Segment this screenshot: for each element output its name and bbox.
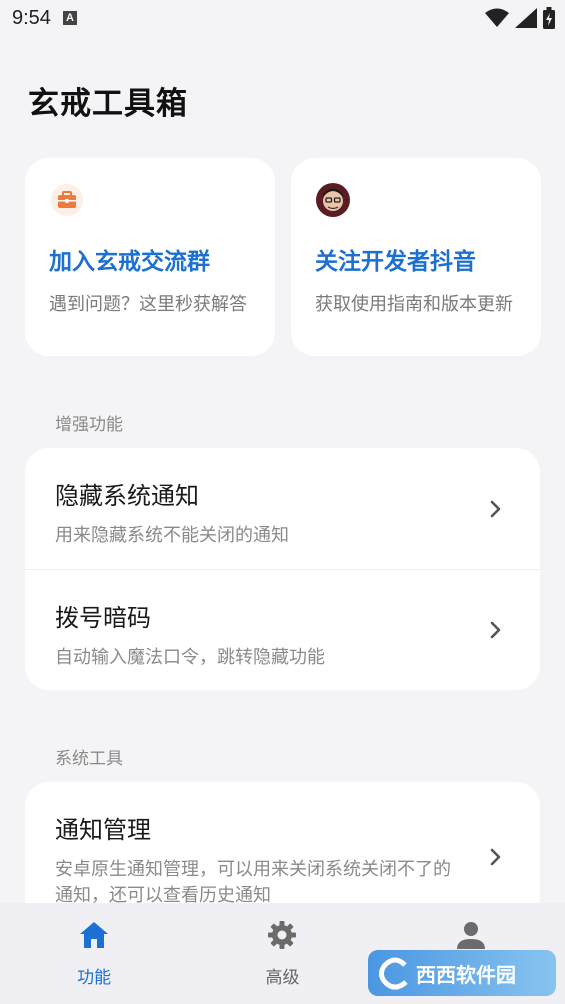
- item-desc: 用来隐藏系统不能关闭的通知: [55, 525, 289, 546]
- nav-label: 功能: [77, 968, 112, 988]
- system-tools-card: 通知管理 安卓原生通知管理，可以用来关闭系统关闭不了的通知，还可以查看历史通知: [25, 782, 540, 903]
- chevron-right-icon: [490, 500, 501, 517]
- item-title: 拨号暗码: [55, 604, 151, 632]
- section-label-enhanced: 增强功能: [55, 415, 123, 435]
- nav-label: 高级: [265, 968, 300, 988]
- follow-developer-card[interactable]: 关注开发者抖音 获取使用指南和版本更新: [291, 158, 541, 356]
- nav-tab-advanced[interactable]: 高级: [188, 903, 376, 1004]
- status-bar: 9:54 A: [0, 0, 565, 36]
- join-group-desc: 遇到问题？这里秒获解答: [49, 294, 247, 315]
- item-desc: 安卓原生通知管理，可以用来关闭系统关闭不了的通知，还可以查看历史通知: [55, 859, 451, 903]
- gear-icon: [264, 917, 300, 953]
- list-item-notification-management[interactable]: 通知管理 安卓原生通知管理，可以用来关闭系统关闭不了的通知，还可以查看历史通知: [25, 782, 540, 903]
- watermark-text: 西西软件园: [416, 962, 516, 987]
- list-item-dial-codes[interactable]: 拨号暗码 自动输入魔法口令，跳转隐藏功能: [25, 569, 540, 690]
- chevron-right-icon: [490, 848, 501, 866]
- item-desc: 自动输入魔法口令，跳转隐藏功能: [55, 647, 325, 668]
- watermark-logo: 西西软件园: [368, 950, 556, 996]
- enhanced-features-card: 隐藏系统通知 用来隐藏系统不能关闭的通知 拨号暗码 自动输入魔法口令，跳转隐藏功…: [25, 448, 540, 690]
- wifi-icon: [485, 8, 509, 27]
- notification-a-icon: A: [62, 11, 77, 25]
- section-label-system-tools: 系统工具: [55, 749, 123, 769]
- join-group-card[interactable]: 加入玄戒交流群 遇到问题？这里秒获解答: [25, 158, 275, 356]
- follow-developer-title: 关注开发者抖音: [315, 249, 476, 275]
- item-title: 隐藏系统通知: [55, 482, 199, 510]
- status-icons: [485, 7, 555, 29]
- home-icon: [76, 917, 112, 953]
- signal-icon: [515, 8, 537, 28]
- follow-developer-desc: 获取使用指南和版本更新: [315, 294, 513, 315]
- toolbox-icon: [49, 182, 85, 218]
- join-group-title: 加入玄戒交流群: [49, 249, 210, 275]
- page-title: 玄戒工具箱: [28, 86, 188, 122]
- status-time: 9:54: [12, 6, 51, 29]
- person-icon: [453, 917, 489, 953]
- watermark-c-icon: [379, 957, 408, 990]
- nav-tab-features[interactable]: 功能: [0, 903, 188, 1004]
- chevron-right-icon: [490, 621, 501, 639]
- avatar-icon: [315, 182, 351, 218]
- item-title: 通知管理: [55, 816, 151, 844]
- battery-icon: [543, 7, 555, 29]
- list-item-hide-notifications[interactable]: 隐藏系统通知 用来隐藏系统不能关闭的通知: [25, 448, 540, 569]
